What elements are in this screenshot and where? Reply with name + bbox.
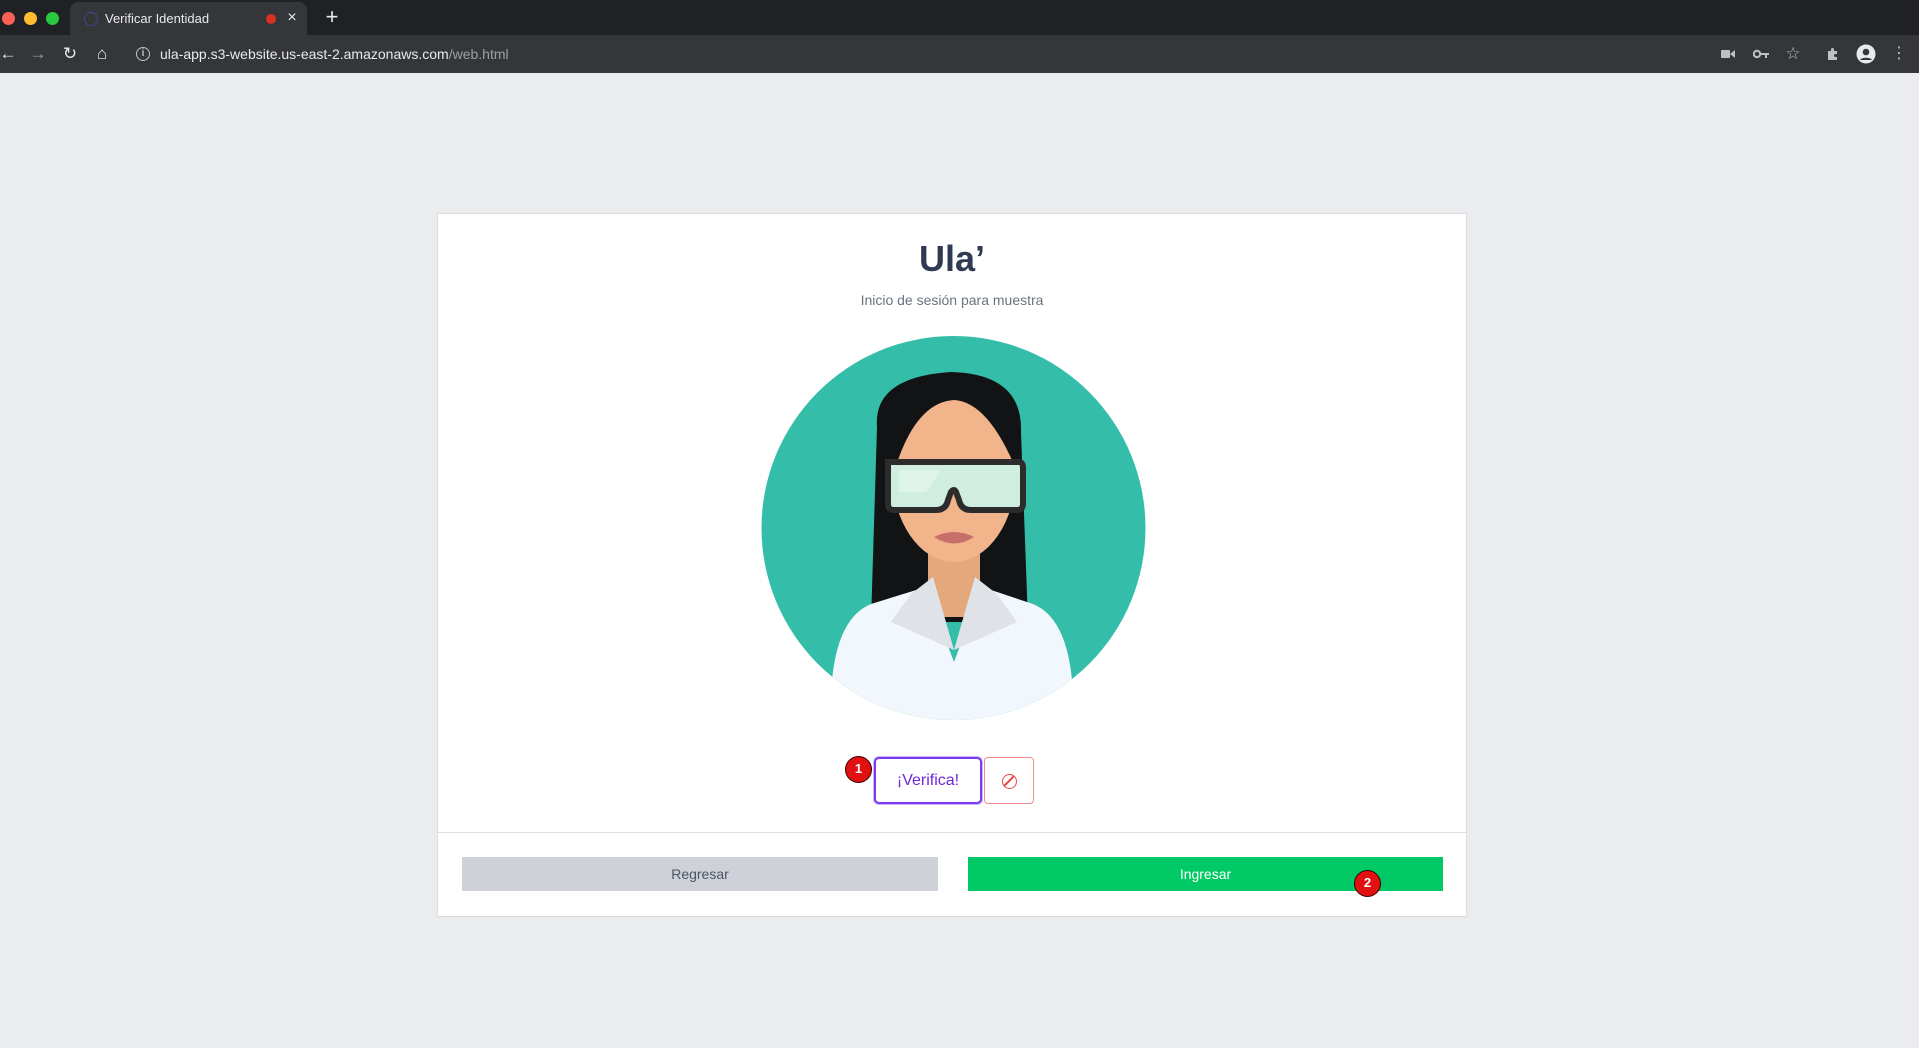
tab-title: Verificar Identidad [105, 11, 210, 26]
card-divider [438, 832, 1466, 833]
new-tab-button[interactable]: + [320, 5, 344, 29]
page-subtitle: Inicio de sesión para muestra [860, 292, 1044, 308]
browser-tab-bar: Verificar Identidad × + [0, 0, 1919, 35]
star-icon[interactable]: ☆ [1783, 44, 1803, 64]
globe-icon [84, 12, 98, 26]
browser-tab[interactable]: Verificar Identidad × [70, 2, 307, 35]
back-arrow-icon[interactable]: ← [0, 42, 20, 66]
url-host: ula-app.s3-website.us-east-2.amazonaws.c… [160, 46, 449, 62]
address-bar[interactable]: i ula-app.s3-website.us-east-2.amazonaws… [122, 39, 1692, 69]
cancel-verify-button[interactable] [984, 757, 1034, 804]
key-icon[interactable] [1751, 44, 1771, 64]
verify-button[interactable]: ¡Verifica! [874, 757, 982, 804]
step-marker-1: 1 [845, 756, 872, 783]
window-minimize-dot[interactable] [24, 12, 37, 25]
close-tab-icon[interactable]: × [283, 8, 301, 28]
recording-indicator-icon [266, 14, 276, 24]
user-avatar-illustration [761, 336, 1146, 720]
extensions-icon[interactable] [1823, 44, 1843, 64]
window-maximize-dot[interactable] [46, 12, 59, 25]
window-close-dot[interactable] [2, 12, 15, 25]
browser-toolbar: ← → ↻ ⌂ i ula-app.s3-website.us-east-2.a… [0, 35, 1919, 73]
step-marker-2: 2 [1354, 870, 1381, 897]
reload-icon[interactable]: ↻ [58, 42, 82, 66]
back-button[interactable]: Regresar [462, 857, 938, 891]
url-text: ula-app.s3-website.us-east-2.amazonaws.c… [160, 46, 509, 62]
menu-icon[interactable]: ⋮ [1889, 44, 1909, 64]
camera-icon[interactable] [1718, 44, 1738, 64]
url-path: /web.html [448, 46, 509, 62]
site-info-icon[interactable]: i [136, 47, 150, 61]
page-title: Ula’ [918, 238, 986, 279]
prohibited-icon [1002, 774, 1017, 789]
forward-arrow-icon[interactable]: → [26, 42, 50, 66]
profile-icon[interactable] [1856, 44, 1876, 64]
login-card: Ula’ Inicio de sesión para muestra ¡Veri… [437, 213, 1467, 917]
home-icon[interactable]: ⌂ [90, 42, 114, 66]
